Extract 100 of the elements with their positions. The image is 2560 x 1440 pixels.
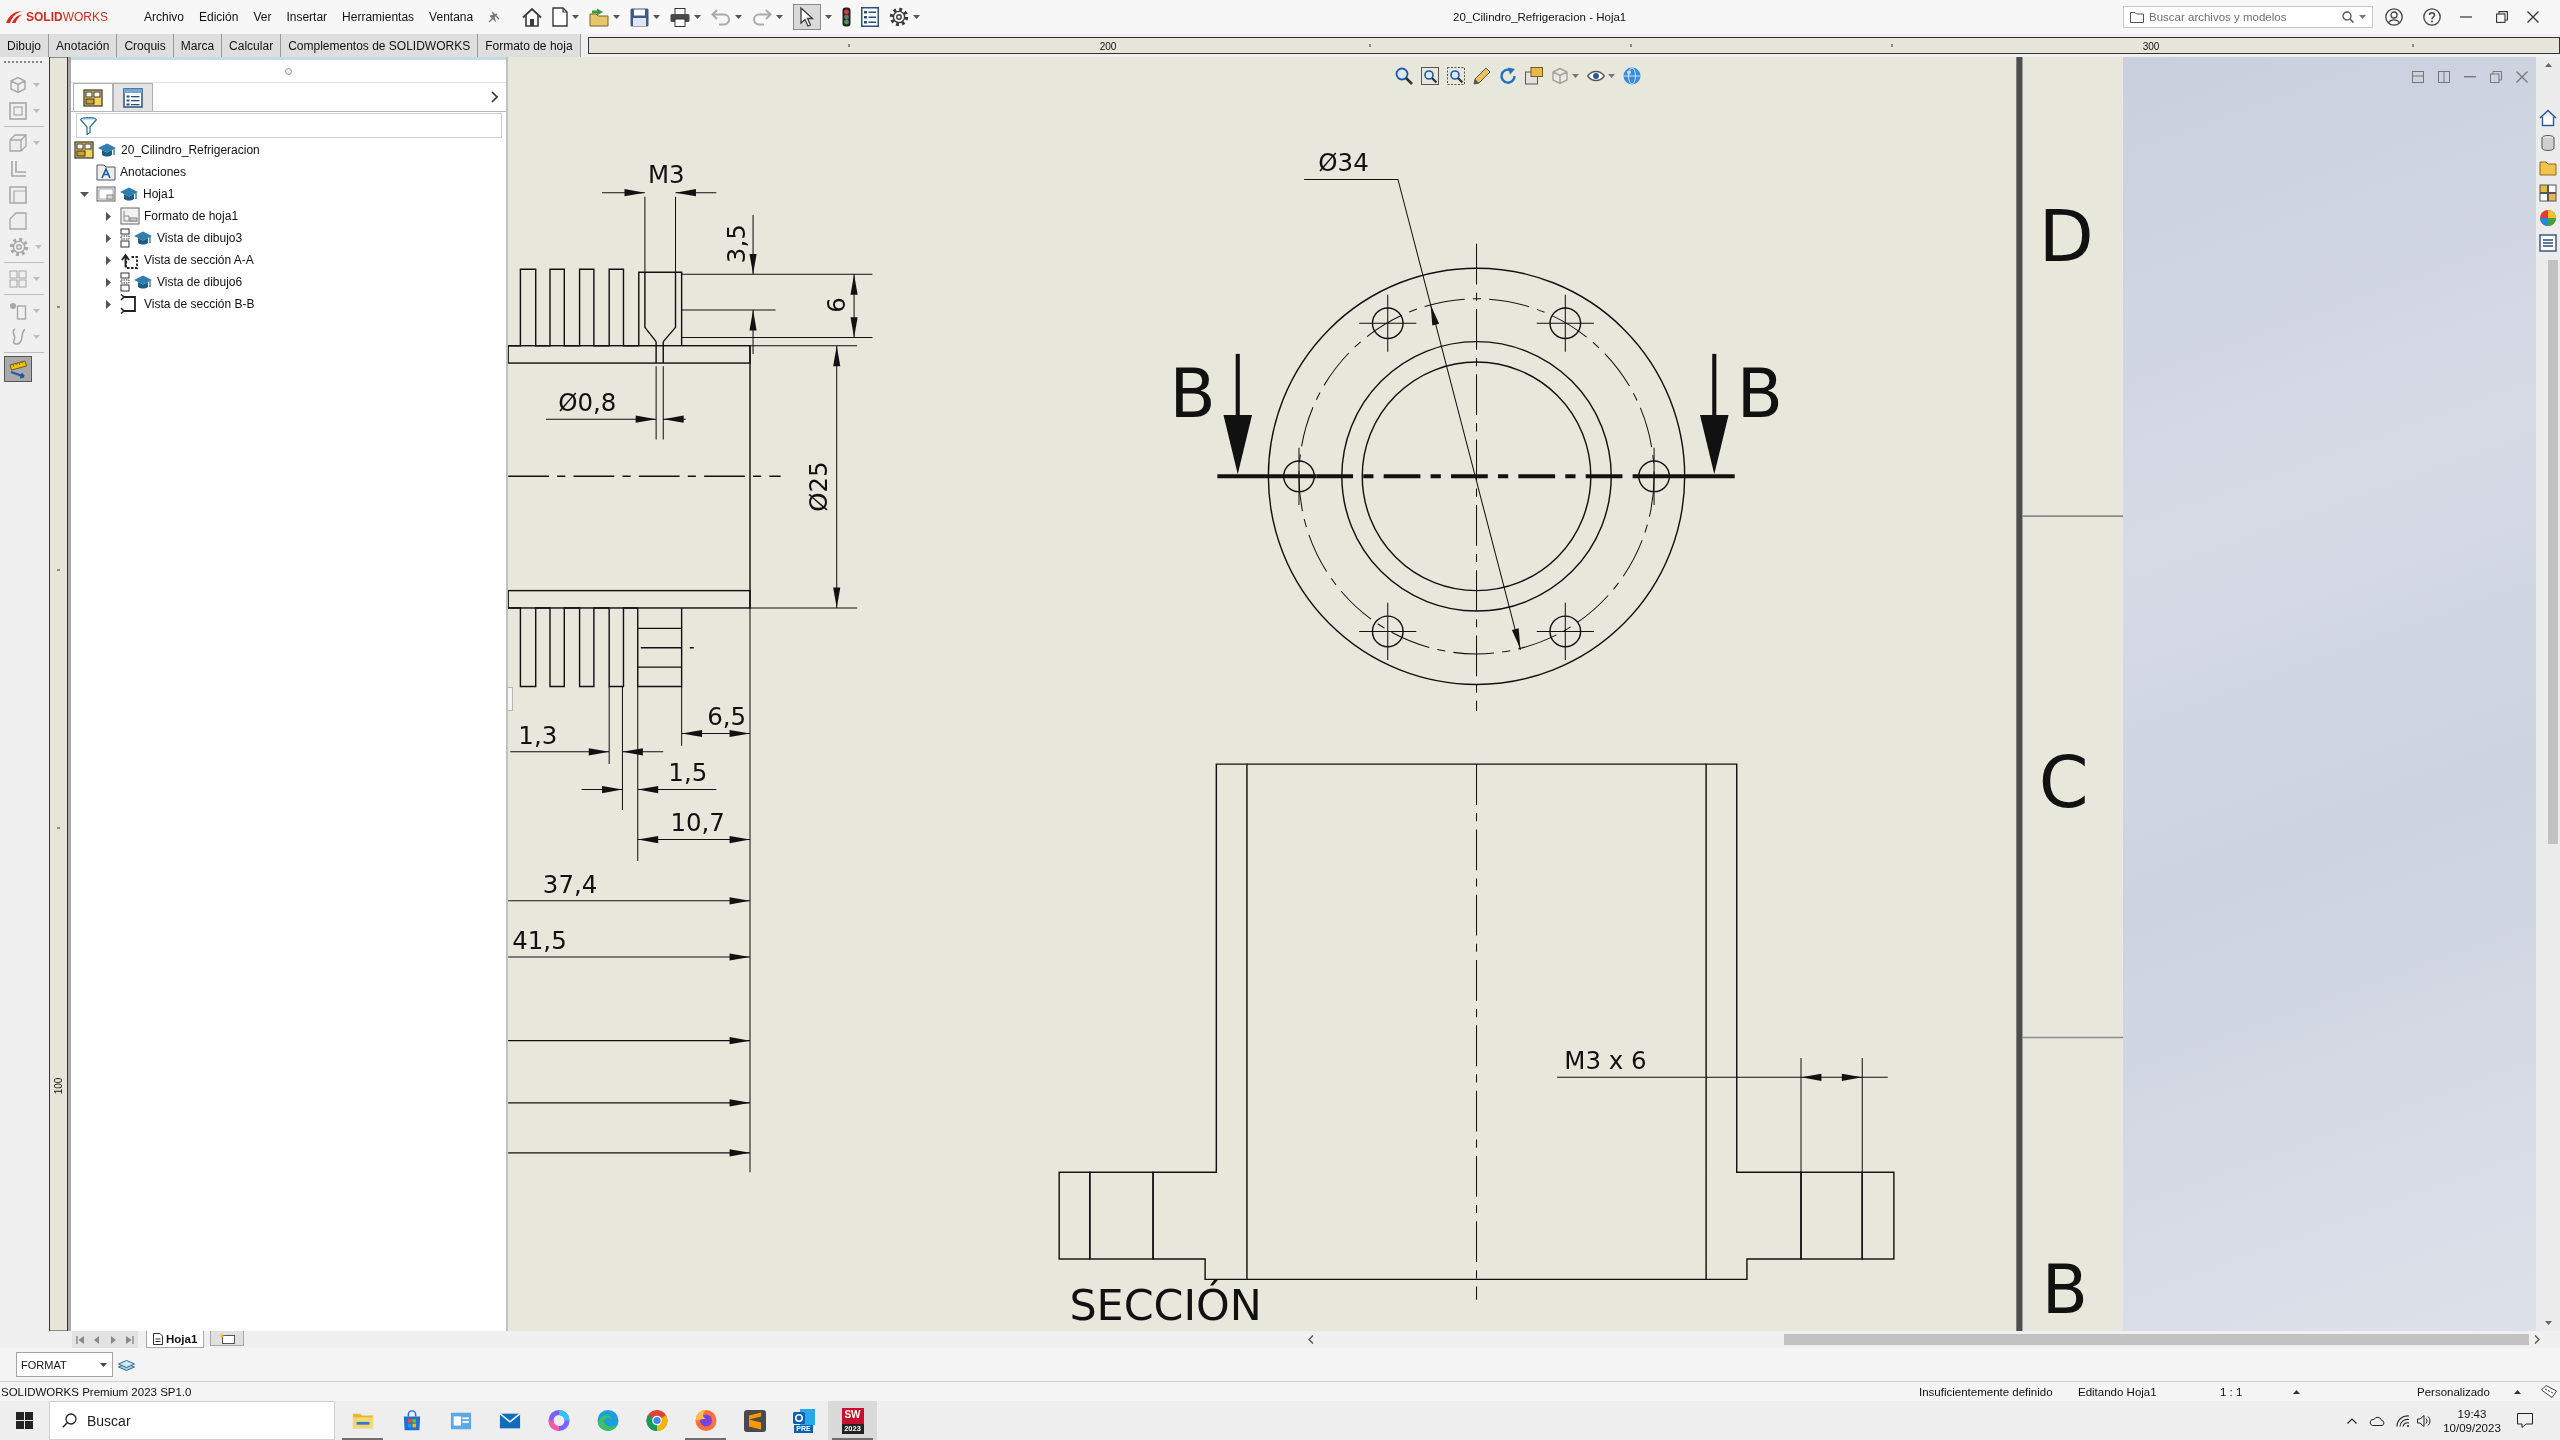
wifi-icon[interactable]	[2396, 1414, 2410, 1427]
stacked-boxes-icon[interactable]	[1525, 67, 1543, 85]
menu-item[interactable]: Ventana	[429, 10, 474, 24]
menu-item[interactable]: Insertar	[286, 10, 328, 24]
globe-icon[interactable]	[694, 1410, 717, 1431]
notification-icon[interactable]	[2517, 1413, 2533, 1428]
page-icon[interactable]	[552, 7, 568, 27]
command-tab[interactable]: Croquis	[117, 34, 174, 57]
user-icon[interactable]	[2385, 8, 2403, 26]
clock-date[interactable]: 10/09/2023	[2443, 1420, 2501, 1435]
search-input[interactable]: Buscar	[87, 1411, 334, 1430]
search-input[interactable]: Buscar archivos y modelos	[2149, 9, 2337, 25]
splitter-handle[interactable]	[508, 687, 513, 711]
command-tab[interactable]: Anotación	[49, 34, 118, 57]
color-grid-icon[interactable]	[2539, 184, 2557, 202]
tree-item-label[interactable]: 20_Cilindro_Refrigeracion	[121, 143, 260, 157]
ring-icon[interactable]	[547, 1410, 570, 1431]
four-panes-icon[interactable]	[16, 1412, 33, 1429]
caret-icon[interactable]	[694, 15, 701, 19]
add-sheet-tab[interactable]	[210, 1331, 245, 1346]
printer-icon[interactable]	[670, 7, 690, 27]
expander-caret-icon[interactable]	[105, 211, 111, 221]
menu-item[interactable]: Ver	[253, 10, 272, 24]
layers-icon[interactable]	[118, 1358, 135, 1371]
caret-up-icon[interactable]	[2347, 1417, 2357, 1424]
folder-arrow-icon[interactable]	[589, 7, 609, 27]
folder-icon[interactable]	[2130, 11, 2144, 23]
tile-horizontal-icon[interactable]	[2412, 71, 2424, 83]
search-field[interactable]: Buscar archivos y modelos	[2123, 6, 2373, 28]
ruler-tag-icon[interactable]	[2541, 1385, 2557, 1398]
swirl-icon[interactable]	[596, 1410, 619, 1431]
command-tab[interactable]: Formato de hoja	[478, 34, 581, 57]
tree-item-label[interactable]: Vista de dibujo3	[157, 231, 243, 245]
cylinder-icon[interactable]	[2539, 134, 2557, 152]
status-text[interactable]: 1 : 1	[2220, 1385, 2293, 1398]
scrollbar-thumb[interactable]	[1784, 1334, 2529, 1345]
speaker-icon[interactable]	[2417, 1414, 2431, 1427]
color-sphere-icon[interactable]	[2539, 209, 2557, 227]
caret-icon[interactable]	[2514, 1389, 2521, 1394]
list-sheet-icon[interactable]	[861, 7, 879, 27]
envelope-icon[interactable]	[498, 1411, 521, 1430]
sheet-tab[interactable]: Hoja1	[146, 1331, 205, 1348]
window-card-icon[interactable]	[449, 1410, 472, 1431]
scrollbar-thumb[interactable]	[2548, 260, 2558, 844]
splitter-handle-icon[interactable]	[285, 67, 292, 75]
rotate-arrow-icon[interactable]	[1499, 67, 1517, 85]
chevron-left-icon[interactable]	[1308, 1335, 1314, 1344]
layer-dropdown[interactable]: FORMAT	[16, 1352, 113, 1377]
restore-icon[interactable]	[2496, 11, 2508, 23]
command-tab[interactable]: Complementos de SOLIDWORKS	[281, 34, 479, 57]
menu-item[interactable]: Edición	[199, 10, 239, 24]
menu-item[interactable]: Archivo	[144, 10, 184, 24]
expander-caret-icon[interactable]	[79, 191, 89, 197]
caret-icon[interactable]	[2544, 1321, 2552, 1325]
expander-caret-icon[interactable]	[105, 255, 111, 265]
tree-item-label[interactable]: Vista de sección A-A	[144, 253, 254, 267]
close-icon[interactable]	[2527, 11, 2539, 23]
tree-item-label[interactable]: Anotaciones	[120, 165, 187, 179]
magnifier-dashed-frame-icon[interactable]	[1447, 67, 1465, 85]
home-icon[interactable]	[2539, 109, 2557, 127]
search-icon[interactable]	[62, 1413, 77, 1428]
expander-caret-icon[interactable]	[105, 299, 111, 309]
caret-icon[interactable]	[653, 15, 660, 19]
expander-caret-icon[interactable]	[105, 233, 111, 243]
command-tab[interactable]: Dibujo	[0, 34, 50, 57]
tree-item-label[interactable]: Hoja1	[143, 187, 175, 201]
slanted-bars-icon[interactable]	[743, 1409, 766, 1432]
search-icon[interactable]	[2342, 11, 2354, 23]
pencil-icon[interactable]	[1473, 67, 1491, 85]
caret-icon[interactable]	[913, 15, 920, 19]
help-icon[interactable]	[2423, 8, 2441, 26]
caret-icon[interactable]	[2544, 63, 2552, 67]
caret-icon[interactable]	[613, 15, 620, 19]
command-tab[interactable]: Calcular	[222, 34, 282, 57]
list-icon[interactable]	[2539, 234, 2557, 252]
segmented-circle-icon[interactable]	[645, 1410, 668, 1431]
menu-item[interactable]: Herramientas	[342, 10, 415, 24]
tile-vertical-icon[interactable]	[2438, 71, 2450, 83]
chevron-right-icon[interactable]	[491, 91, 498, 103]
magnifier-icon[interactable]	[1395, 67, 1413, 85]
panel-tab[interactable]	[73, 83, 113, 111]
panel-tab[interactable]	[113, 83, 153, 111]
home-icon[interactable]	[522, 7, 542, 27]
eye-icon[interactable]	[1587, 69, 1605, 83]
caret-icon[interactable]	[2293, 1389, 2300, 1394]
magnifier-frame-icon[interactable]	[1421, 67, 1439, 85]
command-tab[interactable]: Marca	[173, 34, 223, 57]
filter-icon[interactable]	[80, 116, 97, 135]
taskbar-search-field[interactable]: Buscar	[49, 1401, 335, 1440]
pin-icon[interactable]	[488, 11, 501, 23]
globe-icon[interactable]	[1623, 67, 1641, 85]
skip-right-icon[interactable]	[124, 1334, 134, 1345]
filter-field[interactable]	[76, 113, 502, 138]
triangle-right-icon[interactable]	[108, 1334, 118, 1345]
skip-left-icon[interactable]	[76, 1334, 86, 1345]
status-text[interactable]: Personalizado	[2417, 1385, 2514, 1398]
caret-icon[interactable]	[572, 15, 579, 19]
gear-icon[interactable]	[889, 7, 909, 27]
triangle-left-icon[interactable]	[92, 1334, 102, 1345]
tree-item-label[interactable]: Formato de hoja1	[144, 209, 239, 223]
